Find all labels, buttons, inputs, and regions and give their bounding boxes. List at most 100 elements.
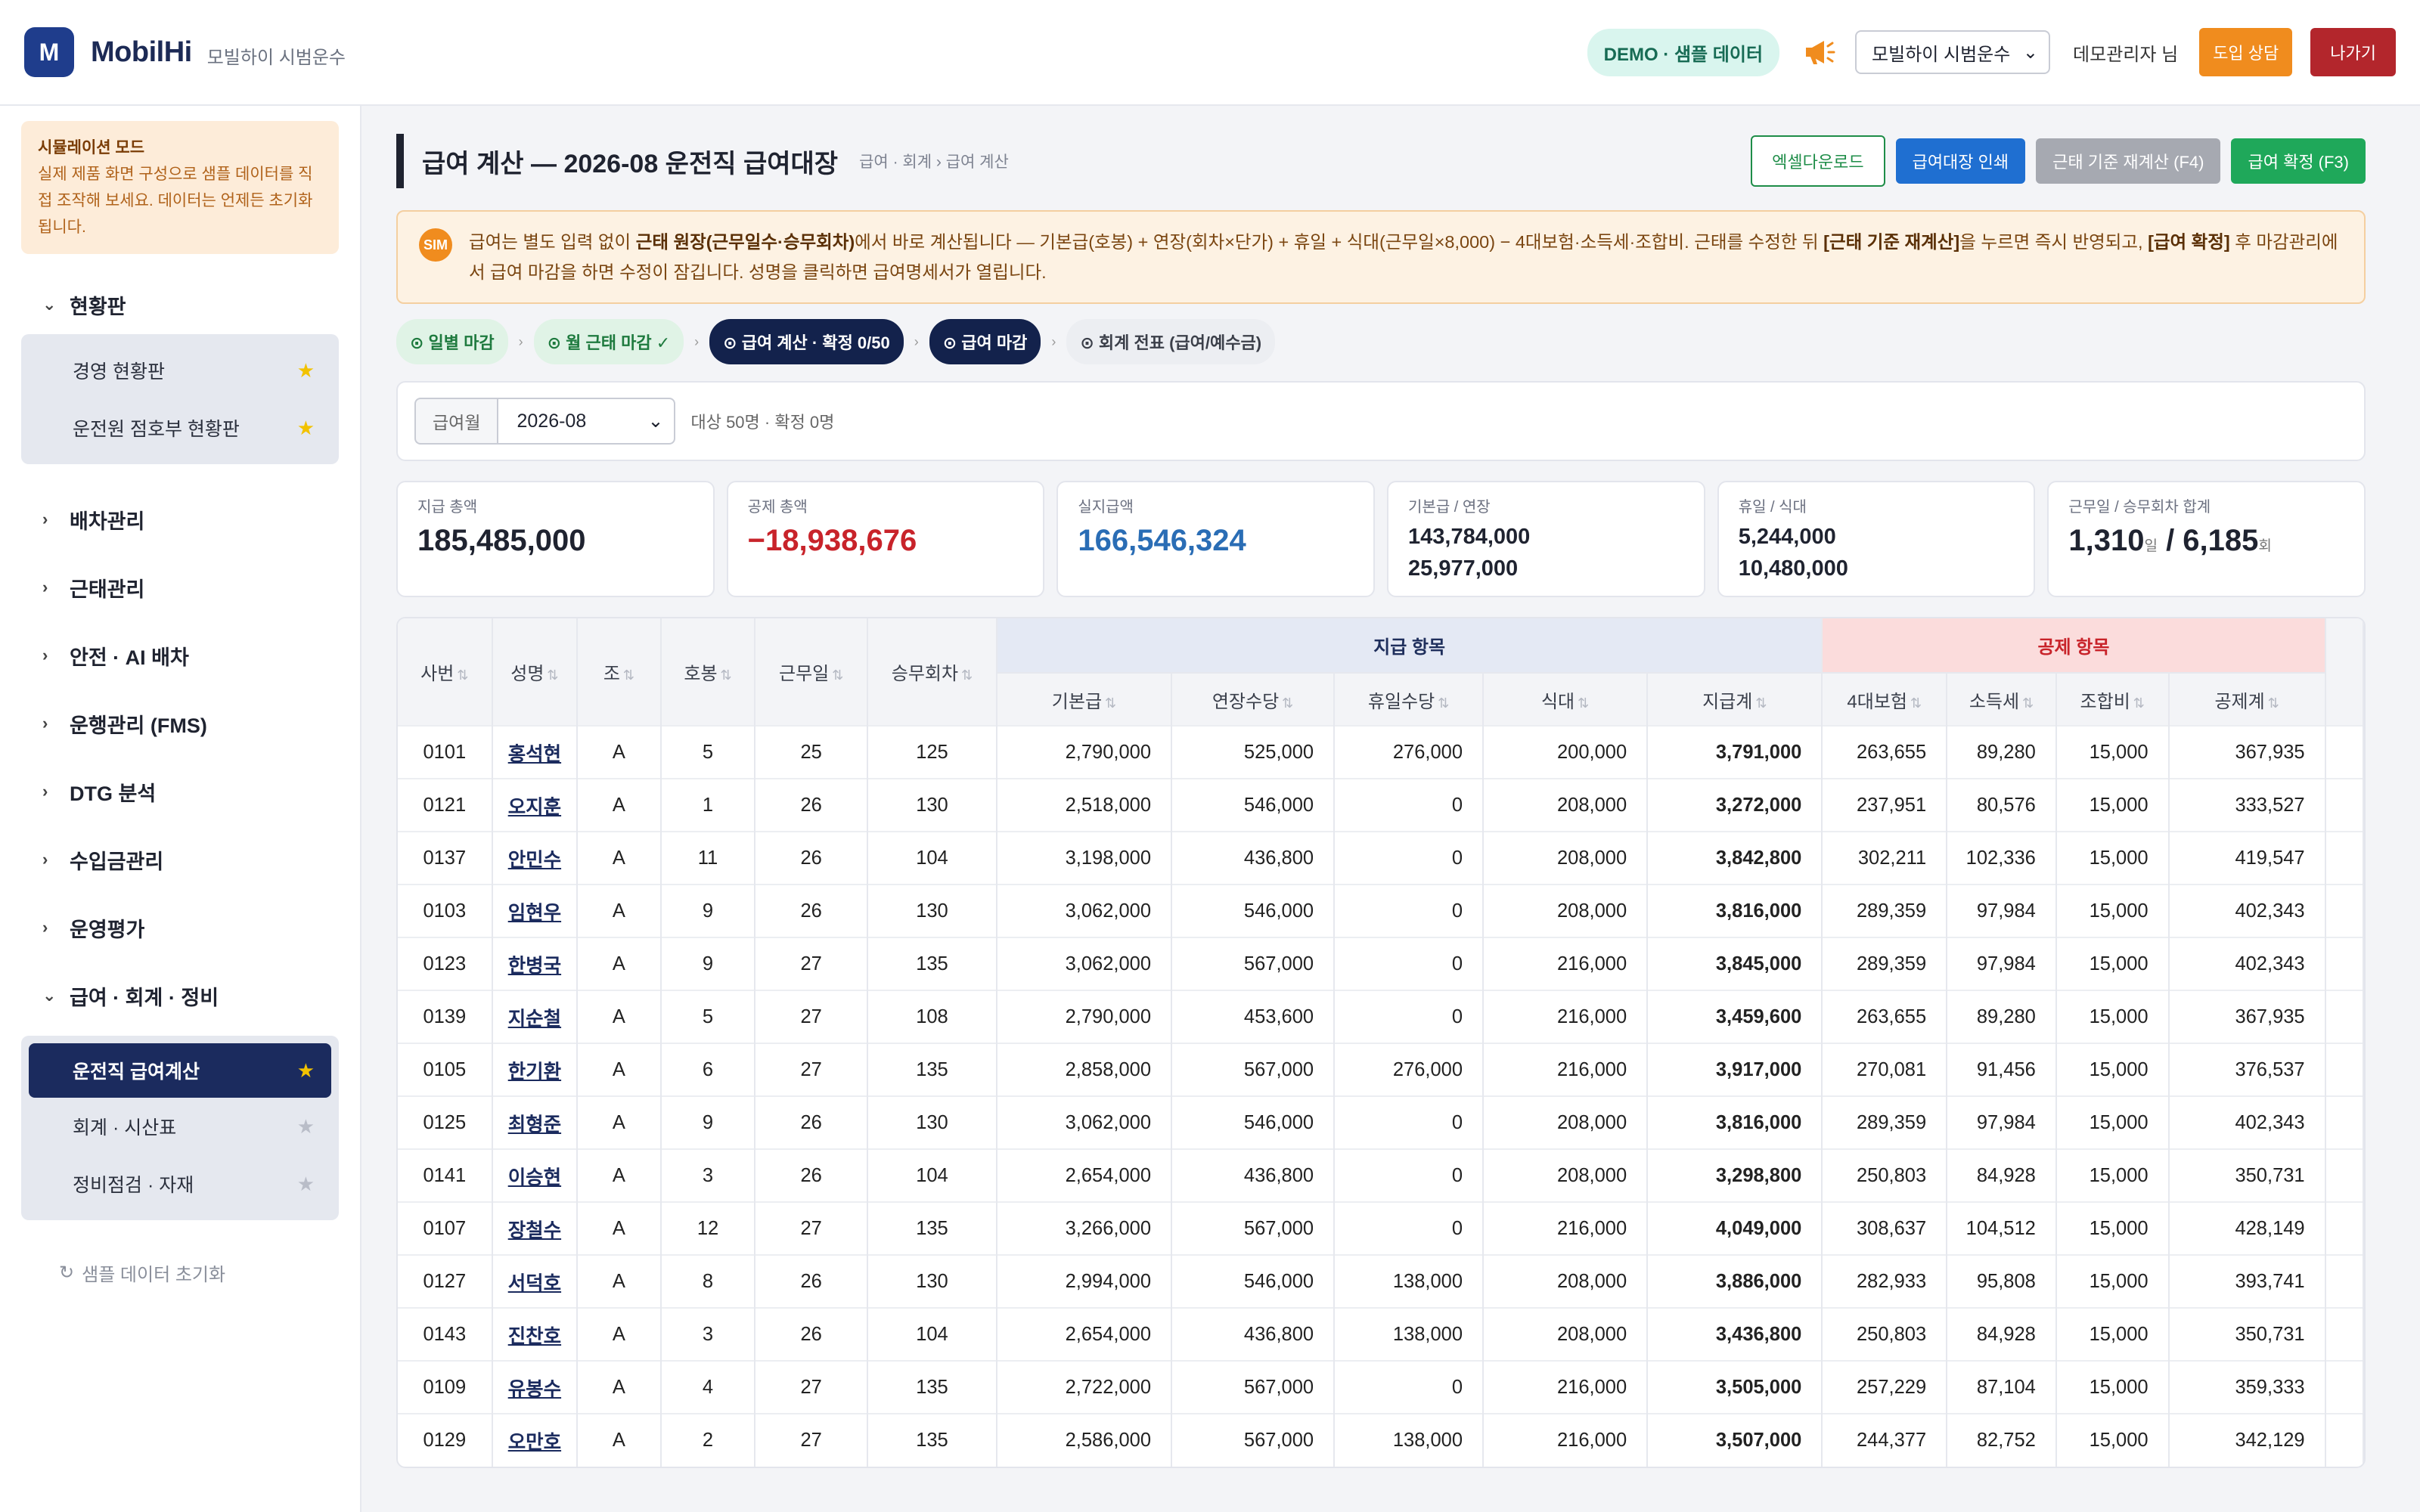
row-spacer (2325, 725, 2364, 779)
star-icon[interactable]: ★ (297, 1115, 315, 1139)
table-row[interactable]: 0105 한기환 A 6 27 135 2,858,000 567,000 276,000 216… (398, 1043, 2364, 1096)
table-row[interactable]: 0141 이승현 A 3 26 104 2,654,000 436,800 0 208,000 3,… (398, 1148, 2364, 1202)
col-header-pay-sum[interactable]: 지급계 ⇅ (1647, 672, 1823, 726)
col-header-union-fee[interactable]: 조합비 ⇅ (2055, 672, 2170, 726)
cell-team: A (577, 831, 662, 885)
cell-name[interactable]: 장철수 (492, 1201, 579, 1255)
sidebar-item-accounting[interactable]: 회계 · 시산표 ★ (29, 1098, 331, 1155)
cell-work-days: 27 (755, 1201, 869, 1255)
col-header-meal[interactable]: 식대 ⇅ (1483, 672, 1649, 726)
logo[interactable]: M (24, 27, 74, 77)
cell-name[interactable]: 홍석현 (492, 725, 579, 779)
table-row[interactable]: 0139 지순철 A 5 27 108 2,790,000 453,600 0 216,000 3,… (398, 990, 2364, 1043)
col-header-insurance[interactable]: 4대보험 ⇅ (1822, 672, 1948, 726)
reset-sample-data-link[interactable]: ↻ 샘플 데이터 초기화 (59, 1259, 339, 1286)
cell-name[interactable]: 오만호 (492, 1413, 579, 1467)
col-header-team[interactable]: 조 ⇅ (577, 618, 662, 726)
cell-insurance: 289,359 (1822, 1095, 1948, 1149)
print-payroll-button[interactable]: 급여대장 인쇄 (1895, 138, 2026, 184)
sort-icon: ⇅ (1438, 695, 1450, 711)
star-icon[interactable]: ★ (297, 1173, 315, 1196)
megaphone-icon[interactable] (1801, 33, 1838, 71)
cell-insurance: 263,655 (1822, 990, 1948, 1043)
step-accounting-voucher[interactable]: ⊙ 회계 전표 (급여/예수금) (1066, 319, 1276, 364)
table-row[interactable]: 0107 장철수 A 12 27 135 3,266,000 567,000 0 216,000 4… (398, 1201, 2364, 1255)
nav-group-revenue[interactable]: › 수입금관리 (21, 826, 339, 894)
card-pay-total: 지급 총액 185,485,000 (396, 481, 715, 597)
nav-group-payroll[interactable]: ⌄ 급여 · 회계 · 정비 (21, 962, 339, 1030)
cell-team: A (577, 1043, 662, 1096)
recalculate-button[interactable]: 근태 기준 재계산 (F4) (2036, 138, 2221, 184)
cell-name[interactable]: 한병국 (492, 937, 579, 990)
notice-part: 급여는 별도 입력 없이 (469, 232, 636, 252)
table-row[interactable]: 0109 유봉수 A 4 27 135 2,722,000 567,000 0 216,000 3,… (398, 1360, 2364, 1414)
consult-button[interactable]: 도입 상담 (2199, 28, 2293, 76)
table-row[interactable]: 0125 최형준 A 9 26 130 3,062,000 546,000 0 208,000 3,… (398, 1095, 2364, 1149)
nav-group-evaluation[interactable]: › 운영평가 (21, 894, 339, 962)
cell-name[interactable]: 임현우 (492, 884, 579, 937)
step-daily-close[interactable]: ⊙ 일별 마감 (396, 319, 508, 364)
col-header-base-pay[interactable]: 기본급 ⇅ (996, 672, 1173, 726)
cell-income-tax: 84,928 (1947, 1148, 2057, 1202)
table-row[interactable]: 0103 임현우 A 9 26 130 3,062,000 546,000 0 208,000 3,… (398, 884, 2364, 937)
step-monthly-attendance-close[interactable]: ⊙ 월 근태 마감 ✓ (533, 319, 684, 364)
table-row[interactable]: 0143 진찬호 A 3 26 104 2,654,000 436,800 138,000 208… (398, 1307, 2364, 1361)
cell-name[interactable]: 서덕호 (492, 1254, 579, 1308)
nav-group-dispatch[interactable]: › 배차관리 (21, 485, 339, 553)
cell-name[interactable]: 지순철 (492, 990, 579, 1043)
nav-group-dtg[interactable]: › DTG 분석 (21, 758, 339, 826)
table-row[interactable]: 0129 오만호 A 2 27 135 2,586,000 567,000 138,000 216… (398, 1413, 2364, 1467)
col-header-name[interactable]: 성명 ⇅ (492, 618, 579, 726)
cell-name[interactable]: 최형준 (492, 1095, 579, 1149)
cell-runs: 135 (867, 1043, 997, 1096)
col-header-grade[interactable]: 호봉 ⇅ (660, 618, 756, 726)
group-header-deductions: 공제 항목 (1822, 618, 2326, 673)
nav-group-status[interactable]: ⌄ 현황판 (21, 281, 339, 328)
cell-name[interactable]: 오지훈 (492, 778, 579, 832)
cell-name[interactable]: 유봉수 (492, 1360, 579, 1414)
sidebar-item-business-dashboard[interactable]: 경영 현황판 ★ (29, 342, 331, 399)
cell-work-days: 27 (755, 990, 869, 1043)
col-header-work-days[interactable]: 근무일 ⇅ (755, 618, 869, 726)
table-row[interactable]: 0123 한병국 A 9 27 135 3,062,000 567,000 0 216,000 3,… (398, 937, 2364, 990)
sidebar-item-driver-payroll[interactable]: 운전직 급여계산 ★ (29, 1043, 331, 1098)
nav-group-attendance[interactable]: › 근태관리 (21, 553, 339, 621)
step-payroll-calc[interactable]: ⊙ 급여 계산 · 확정 0/50 (709, 319, 904, 364)
col-header-emp-no[interactable]: 사번 ⇅ (398, 618, 493, 726)
table-row[interactable]: 0121 오지훈 A 1 26 130 2,518,000 546,000 0 208,000 3,… (398, 778, 2364, 832)
exit-button[interactable]: 나가기 (2310, 28, 2396, 76)
nav-group-safety-ai[interactable]: › 안전 · AI 배차 (21, 621, 339, 689)
col-header-income-tax[interactable]: 소득세 ⇅ (1947, 672, 2057, 726)
col-header-extension[interactable]: 연장수당 ⇅ (1171, 672, 1336, 726)
star-icon[interactable]: ★ (297, 359, 315, 383)
cell-name[interactable]: 진찬호 (492, 1307, 579, 1361)
sidebar-item-maintenance[interactable]: 정비점검 · 자재 ★ (29, 1155, 331, 1213)
sidebar-item-label: 경영 현황판 (73, 361, 165, 383)
excel-download-button[interactable]: 엑셀다운로드 (1751, 135, 1885, 187)
payroll-notice: SIM 급여는 별도 입력 없이 근태 원장(근무일수·승무회차)에서 바로 계… (396, 210, 2366, 304)
company-select[interactable]: 모빌하이 시범운수 ⌄ (1855, 30, 2051, 74)
chevron-down-icon: ⌄ (2022, 42, 2039, 63)
cell-name[interactable]: 이승현 (492, 1148, 579, 1202)
table-row[interactable]: 0101 홍석현 A 5 25 125 2,790,000 525,000 276,000 200… (398, 725, 2364, 779)
step-payroll-close[interactable]: ⊙ 급여 마감 (929, 319, 1041, 364)
row-spacer (2325, 1201, 2364, 1255)
pay-month-select[interactable]: 2026-08 ⌄ (497, 398, 676, 445)
table-row[interactable]: 0127 서덕호 A 8 26 130 2,994,000 546,000 138,000 208… (398, 1254, 2364, 1308)
cell-income-tax: 82,752 (1947, 1413, 2057, 1467)
confirm-payroll-button[interactable]: 급여 확정 (F3) (2231, 138, 2366, 184)
col-header-runs[interactable]: 승무회차 ⇅ (867, 618, 997, 726)
sidebar-item-driver-rollcall-dashboard[interactable]: 운전원 점호부 현황판 ★ (29, 399, 331, 457)
cell-union-fee: 15,000 (2055, 937, 2170, 990)
brand-name[interactable]: MobilHi (91, 36, 192, 69)
star-icon[interactable]: ★ (297, 417, 315, 440)
table-row[interactable]: 0137 안민수 A 11 26 104 3,198,000 436,800 0 208,000 3… (398, 831, 2364, 885)
cell-base-pay: 2,994,000 (996, 1254, 1173, 1308)
cell-base-pay: 2,722,000 (996, 1360, 1173, 1414)
col-header-deduction-sum[interactable]: 공제계 ⇅ (2168, 672, 2326, 726)
nav-group-fms[interactable]: › 운행관리 (FMS) (21, 689, 339, 758)
col-header-holiday[interactable]: 휴일수당 ⇅ (1334, 672, 1485, 726)
star-icon[interactable]: ★ (297, 1059, 315, 1083)
cell-name[interactable]: 안민수 (492, 831, 579, 885)
cell-name[interactable]: 한기환 (492, 1043, 579, 1096)
